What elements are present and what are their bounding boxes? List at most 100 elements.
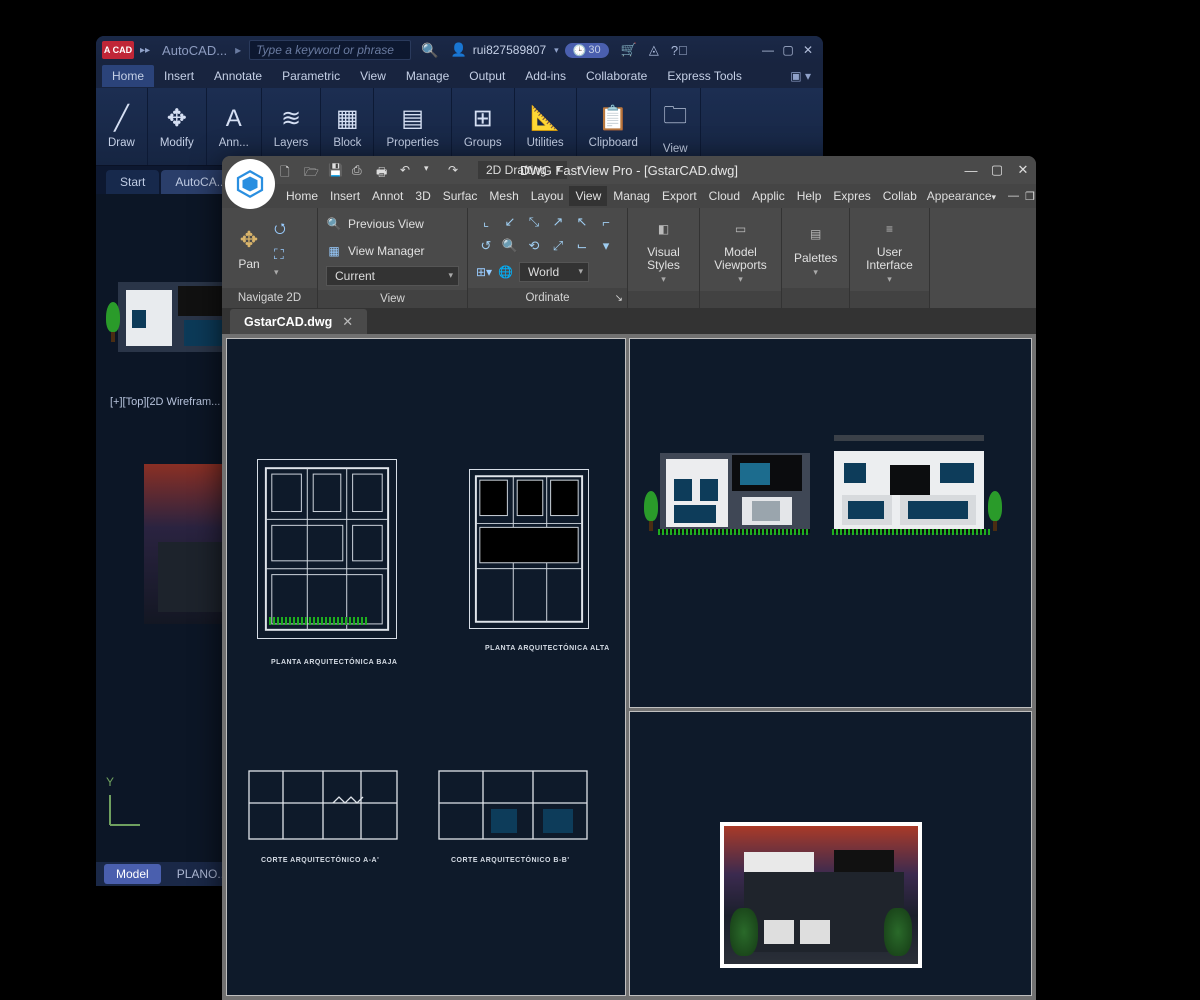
ucs-icon-11[interactable]: ⌙ — [572, 236, 592, 256]
redo-icon[interactable]: ↷ — [448, 163, 462, 177]
viewport-elevations[interactable] — [629, 338, 1032, 708]
minimize-button[interactable]: — — [958, 156, 984, 184]
tab-collaborate[interactable]: Collaborate — [576, 65, 657, 87]
menu-layout[interactable]: Layou — [525, 186, 570, 206]
menu-express[interactable]: Expres — [827, 186, 876, 206]
ui-button[interactable]: ≡User Interface▾ — [858, 212, 921, 287]
trial-badge[interactable]: 🕒 30 — [565, 43, 609, 58]
undo-drop-icon[interactable]: ▾ — [424, 163, 438, 177]
menu-insert[interactable]: Insert — [324, 186, 366, 206]
menu-view[interactable]: View — [569, 186, 607, 206]
orbit-icon[interactable]: ⭯ — [274, 218, 286, 242]
tab-parametric[interactable]: Parametric — [272, 65, 350, 87]
maximize-button[interactable]: ▢ — [984, 156, 1010, 184]
panel-properties[interactable]: ▤Properties — [374, 88, 451, 165]
panel-view[interactable]: 🗀View — [651, 88, 701, 165]
tab-output[interactable]: Output — [459, 65, 515, 87]
menu-3d[interactable]: 3D — [409, 186, 436, 206]
menu-export[interactable]: Export — [656, 186, 703, 206]
previous-view-button[interactable]: 🔍Previous View — [326, 212, 459, 236]
mdi-minimize-button[interactable]: — — [1008, 190, 1019, 203]
viewport-plans[interactable]: PLANTA ARQUITECTÓNICA BAJA PLAN — [226, 338, 626, 996]
panel-utilities[interactable]: 📐Utilities — [515, 88, 577, 165]
menu-applic[interactable]: Applic — [746, 186, 791, 206]
file-tab-close-icon[interactable]: ✕ — [342, 314, 353, 330]
ucs-icon-7[interactable]: ↺ — [476, 236, 496, 256]
menu-surface[interactable]: Surfac — [437, 186, 484, 206]
ucs-icon-1[interactable]: ⌞ — [476, 212, 496, 232]
open-icon[interactable]: 🗁 — [304, 163, 318, 177]
tab-manage[interactable]: Manage — [396, 65, 459, 87]
ucs-icon-8[interactable]: 🔍 — [500, 236, 520, 256]
panel-modify[interactable]: ✥Modify — [148, 88, 207, 165]
close-button[interactable]: ✕ — [1010, 156, 1036, 184]
ucs-icon-6[interactable]: ⌐ — [596, 212, 616, 232]
tab-insert[interactable]: Insert — [154, 65, 204, 87]
palettes-button[interactable]: ▤Palettes▾ — [790, 212, 841, 284]
ucs-icon-9[interactable]: ⟲ — [524, 236, 544, 256]
visual-styles-button[interactable]: ◧Visual Styles▾ — [636, 212, 691, 287]
ribbon-options-icon[interactable]: ▣ ▾ — [784, 69, 817, 83]
ucs-icon-4[interactable]: ↗ — [548, 212, 568, 232]
maximize-button[interactable]: ▢ — [779, 42, 797, 58]
user-chevron-icon[interactable]: ▾ — [554, 45, 559, 56]
nav-drop-icon[interactable]: ▾ — [274, 267, 286, 278]
tab-view[interactable]: View — [350, 65, 396, 87]
panel-annotation[interactable]: AAnn... — [207, 88, 262, 165]
undo-icon[interactable]: ↶ — [400, 163, 414, 177]
menu-home[interactable]: Home — [280, 186, 324, 206]
panel-clipboard[interactable]: 📋Clipboard — [577, 88, 651, 165]
model-tab[interactable]: Model — [104, 864, 161, 884]
extents-icon[interactable]: ⛶ — [274, 246, 286, 263]
named-view-combo[interactable]: Current — [326, 266, 459, 286]
keyword-search-input[interactable]: Type a keyword or phrase — [249, 40, 411, 60]
menu-collab[interactable]: Collab — [877, 186, 923, 206]
panel-draw[interactable]: ╱Draw — [96, 88, 148, 165]
qat-chevron-icon[interactable]: ▸▸ — [140, 45, 150, 56]
tab-expresstools[interactable]: Express Tools — [657, 65, 751, 87]
tree-icon — [988, 491, 1002, 531]
view-manager-button[interactable]: ▦View Manager — [326, 239, 459, 263]
doc-tab-start[interactable]: Start — [106, 170, 159, 194]
menu-mesh[interactable]: Mesh — [483, 186, 524, 206]
user-icon[interactable]: 👤 — [451, 42, 467, 58]
pan-button[interactable]: ✥ Pan — [230, 223, 268, 273]
menu-help[interactable]: Help — [791, 186, 828, 206]
save-icon[interactable]: 💾 — [328, 163, 342, 177]
dialog-launcher-icon[interactable]: ↘ — [615, 293, 623, 304]
tab-annotate[interactable]: Annotate — [204, 65, 272, 87]
menu-annot[interactable]: Annot — [366, 186, 409, 206]
appearance-menu[interactable]: Appearance▾ — [923, 189, 1000, 203]
file-tab-active[interactable]: GstarCAD.dwg ✕ — [230, 309, 367, 334]
ucs-icon-10[interactable]: ⤢ — [548, 236, 568, 256]
model-viewports-button[interactable]: ▭Model Viewports▾ — [708, 212, 773, 287]
ucs-icon-12[interactable]: ▾ — [596, 236, 616, 256]
new-icon[interactable]: 🗋 — [280, 163, 294, 177]
panel-block[interactable]: ▦Block — [321, 88, 374, 165]
tab-home[interactable]: Home — [102, 65, 154, 87]
minimize-button[interactable]: — — [759, 42, 777, 58]
menu-cloud[interactable]: Cloud — [703, 186, 746, 206]
ucs-icon-2[interactable]: ↙ — [500, 212, 520, 232]
ucs-icon-5[interactable]: ↖ — [572, 212, 592, 232]
panel-layers[interactable]: ≋Layers — [262, 88, 322, 165]
help-icon[interactable]: ?⃝ — [671, 43, 688, 58]
cart-icon[interactable]: 🛒 — [621, 42, 637, 58]
mdi-restore-button[interactable]: ❐ — [1025, 190, 1035, 203]
tab-addins[interactable]: Add-ins — [515, 65, 576, 87]
panel-groups[interactable]: ⊞Groups — [452, 88, 515, 165]
ucs-icon-3[interactable]: ⤡ — [524, 212, 544, 232]
print-icon[interactable]: 🖶 — [376, 163, 390, 177]
menu-manage[interactable]: Manag — [607, 186, 656, 206]
app-switcher-icon[interactable]: ◬ — [649, 42, 659, 58]
user-label[interactable]: rui827589807 — [473, 43, 546, 57]
saveas-icon[interactable]: ⎙ — [352, 163, 366, 177]
ucs-world-combo[interactable]: World — [519, 262, 589, 282]
close-button[interactable]: ✕ — [799, 42, 817, 58]
fastview-logo-icon[interactable] — [225, 159, 275, 209]
viewport-render[interactable] — [629, 711, 1032, 996]
group-model-viewports: ▭Model Viewports▾ — [700, 208, 782, 308]
viewport-grid: PLANTA ARQUITECTÓNICA BAJA PLAN — [226, 338, 1032, 996]
search-icon[interactable]: 🔍 — [421, 42, 438, 59]
ucs-origin-icon[interactable]: ⊞▾ — [476, 265, 492, 279]
